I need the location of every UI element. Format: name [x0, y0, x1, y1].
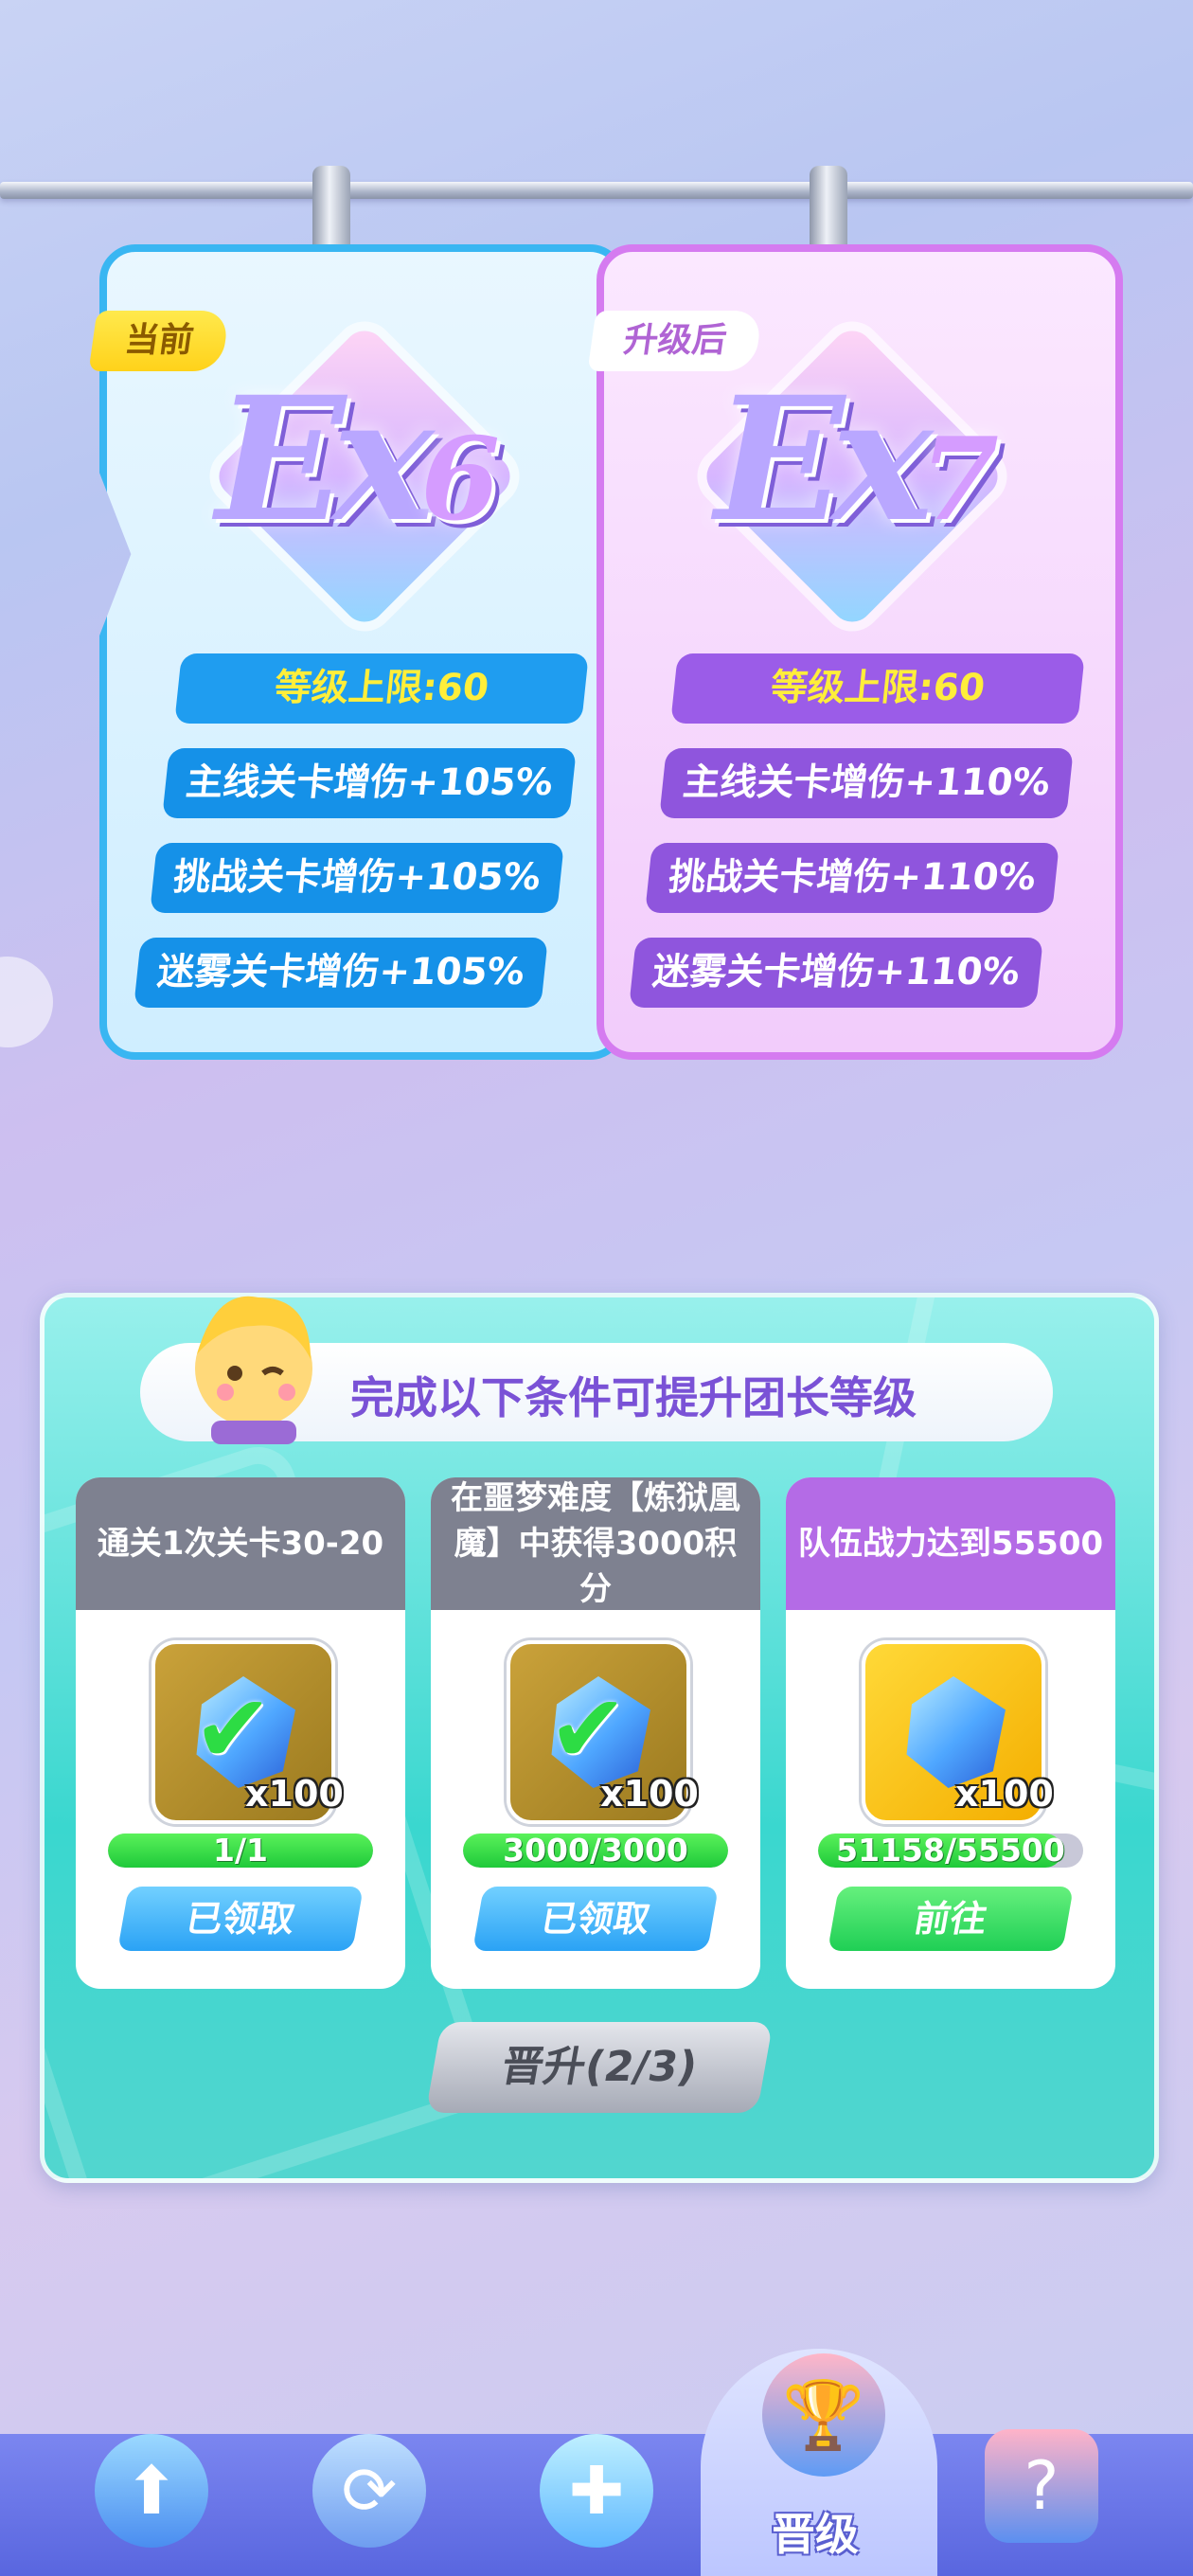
next-bonus-main: 主线关卡增伤+110%: [659, 748, 1074, 818]
hanging-rail: [0, 182, 1193, 199]
slot-machine-icon[interactable]: ?: [985, 2429, 1098, 2543]
side-expand-icon[interactable]: [0, 957, 53, 1047]
current-level-cap: 等级上限:60: [174, 653, 589, 724]
reward-item: ✔ x100: [151, 1640, 344, 1824]
reward-quantity: x100: [955, 1773, 1054, 1815]
current-bonus-main: 主线关卡增伤+105%: [162, 748, 577, 818]
task-card: 在噩梦难度【炼狱凰魔】中获得3000积分 ✔ x100 3000/3000 已领…: [431, 1477, 760, 1989]
progress-text: 3000/3000: [503, 1834, 688, 1868]
reward-quantity: x100: [245, 1773, 344, 1815]
reward-quantity: x100: [600, 1773, 699, 1815]
gamepad-icon[interactable]: ✚: [540, 2434, 653, 2548]
task-title: 队伍战力达到55500: [786, 1477, 1115, 1610]
current-bonus-challenge: 挑战关卡增伤+105%: [150, 843, 564, 913]
crystal-icon: [906, 1676, 1006, 1788]
arrow-up-icon[interactable]: ⬆: [95, 2434, 208, 2548]
requirements-title: 完成以下条件可提升团长等级: [350, 1372, 917, 1423]
reward-item: x100: [862, 1640, 1054, 1824]
current-rank-emblem: Ex6: [216, 360, 500, 560]
next-level-cap: 等级上限:60: [670, 653, 1085, 724]
claimed-button[interactable]: 已领取: [117, 1887, 364, 1951]
checkmark-icon: ✔: [548, 1673, 628, 1784]
reward-item: ✔ x100: [507, 1640, 699, 1824]
task-progress-bar: 1/1: [108, 1834, 373, 1868]
trophy-icon[interactable]: 🏆: [762, 2353, 885, 2477]
task-title: 在噩梦难度【炼狱凰魔】中获得3000积分: [431, 1477, 760, 1610]
task-title: 通关1次关卡30-20: [76, 1477, 405, 1610]
go-button[interactable]: 前往: [828, 1887, 1074, 1951]
task-card: 队伍战力达到55500 x100 51158/55500 前往: [786, 1477, 1115, 1989]
task-progress-bar: 3000/3000: [463, 1834, 728, 1868]
next-rank-emblem: Ex7: [715, 360, 999, 560]
progress-text: 1/1: [213, 1834, 268, 1868]
current-bonus-fog: 迷雾关卡增伤+105%: [134, 938, 548, 1008]
next-bonus-challenge: 挑战关卡增伤+110%: [645, 843, 1059, 913]
next-tag: 升级后: [587, 311, 763, 371]
next-bonus-fog: 迷雾关卡增伤+110%: [629, 938, 1043, 1008]
nav-label-promote: 晋级: [772, 2509, 859, 2560]
promote-button[interactable]: 晋升(2/3): [425, 2022, 774, 2113]
spin-icon[interactable]: ⟳: [312, 2434, 426, 2548]
task-progress-bar: 51158/55500: [818, 1834, 1083, 1868]
task-card: 通关1次关卡30-20 ✔ x100 1/1 已领取: [76, 1477, 405, 1989]
claimed-button[interactable]: 已领取: [472, 1887, 719, 1951]
mascot-icon: [195, 1296, 312, 1444]
checkmark-icon: ✔: [193, 1673, 273, 1784]
progress-text: 51158/55500: [836, 1834, 1065, 1868]
current-tag: 当前: [88, 311, 230, 371]
